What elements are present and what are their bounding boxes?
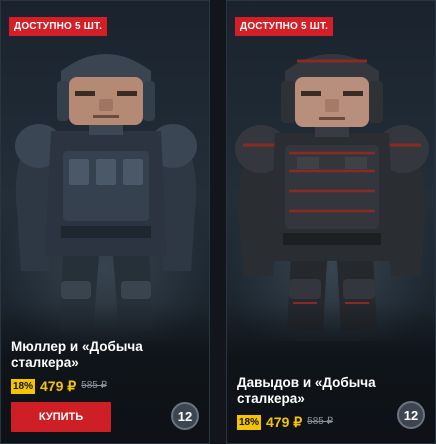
old-price: 585 ₽ bbox=[81, 380, 107, 391]
level-badge: 12 bbox=[171, 402, 199, 430]
current-price: 479 ₽ bbox=[266, 414, 303, 430]
product-title: Давыдов и «Добыча сталкера» bbox=[237, 375, 376, 406]
discount-badge: 18% bbox=[237, 414, 262, 430]
level-badge: 12 bbox=[397, 401, 425, 429]
product-card-davydov[interactable]: ДОСТУПНО 5 ШТ. Давыдов и «Добыча сталкер… bbox=[226, 0, 436, 444]
character-figure-davydov bbox=[235, 54, 429, 331]
price-row: 18% 479 ₽ 585 ₽ bbox=[11, 378, 107, 394]
buy-button[interactable]: КУПИТЬ bbox=[11, 402, 111, 432]
current-price: 479 ₽ bbox=[40, 378, 77, 394]
old-price: 585 ₽ bbox=[307, 416, 333, 427]
price-row: 18% 479 ₽ 585 ₽ bbox=[237, 414, 333, 430]
availability-badge: ДОСТУПНО 5 ШТ. bbox=[235, 17, 334, 36]
discount-badge: 18% bbox=[11, 378, 36, 394]
product-card-muller[interactable]: ДОСТУПНО 5 ШТ. Мюллер и «Добыча сталкера… bbox=[0, 0, 210, 444]
availability-badge: ДОСТУПНО 5 ШТ. bbox=[9, 17, 108, 36]
product-title: Мюллер и «Добыча сталкера» bbox=[11, 339, 143, 370]
character-figure-muller bbox=[15, 54, 197, 331]
